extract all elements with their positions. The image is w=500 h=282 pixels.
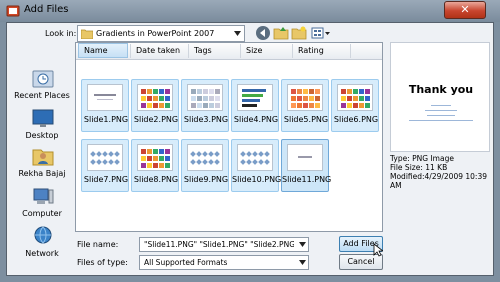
column-separator[interactable]: [292, 44, 293, 58]
thumbnail-image: [137, 84, 173, 111]
file-thumbnail[interactable]: Slide11.PNG: [281, 139, 332, 192]
thumbnail-image: [287, 144, 323, 171]
file-type: Type: PNG Image: [390, 154, 454, 163]
chevron-down-icon[interactable]: [299, 260, 306, 265]
thumbnail-image: [187, 84, 223, 111]
file-name-label: Slide1.PNG: [83, 115, 129, 124]
place-label: Rekha Bajaj: [18, 169, 66, 178]
file-list[interactable]: Name Date taken Tags Size Rating Slide1.…: [75, 42, 383, 232]
file-details: Type: PNG Image File Size: 11 KB Modifie…: [390, 154, 493, 190]
computer-icon: [33, 188, 54, 204]
file-name-label: Slide6.PNG: [333, 115, 379, 124]
column-header-size[interactable]: Size: [246, 46, 262, 55]
window-title: Add Files: [24, 4, 69, 15]
thumbnail-image: [337, 84, 373, 111]
preview-text-line: [431, 105, 451, 106]
file-name-label: Slide10.PNG: [232, 175, 282, 184]
file-thumbnail[interactable]: Slide1.PNG: [81, 79, 129, 132]
back-icon[interactable]: [255, 25, 271, 41]
filetype-select[interactable]: All Supported Formats: [139, 255, 309, 270]
file-thumbnail[interactable]: Slide7.PNG: [81, 139, 129, 192]
filename-label: File name:: [77, 240, 119, 249]
file-name-label: Slide11.PNG: [282, 175, 332, 184]
lookin-value: Gradients in PowerPoint 2007: [96, 29, 215, 38]
lookin-dropdown[interactable]: Gradients in PowerPoint 2007: [77, 25, 245, 42]
file-thumbnail[interactable]: Slide6.PNG: [331, 79, 379, 132]
place-label: Recent Places: [14, 91, 70, 100]
chevron-down-icon: [234, 31, 241, 36]
file-thumbnail[interactable]: Slide9.PNG: [181, 139, 229, 192]
up-folder-icon[interactable]: [273, 25, 289, 41]
close-button[interactable]: ✕: [444, 1, 486, 19]
file-modified: Modified:4/29/2009 10:39 AM: [390, 172, 487, 190]
place-label: Desktop: [25, 131, 59, 140]
add-files-dialog: Add Files ✕ Look in: Gradients in PowerP…: [0, 0, 500, 282]
thumbnail-image: [187, 144, 223, 171]
places-bar: Recent Places Desktop Rekha Bajaj Comput…: [9, 45, 75, 263]
mouse-cursor-icon: [373, 243, 383, 257]
file-thumbnail[interactable]: Slide5.PNG: [281, 79, 329, 132]
thumbnail-image: [237, 84, 273, 111]
file-thumbnail[interactable]: Slide4.PNG: [231, 79, 279, 132]
thumbnail-image: [237, 144, 273, 171]
column-header-date-taken[interactable]: Date taken: [136, 46, 180, 55]
column-separator[interactable]: [188, 44, 189, 58]
filetype-label: Files of type:: [77, 258, 128, 267]
preview-text-line: [427, 115, 455, 116]
app-icon: [6, 5, 20, 17]
file-thumbnail[interactable]: Slide8.PNG: [131, 139, 179, 192]
file-name-label: Slide3.PNG: [183, 115, 229, 124]
column-separator[interactable]: [240, 44, 241, 58]
preview-text-line: [409, 120, 473, 121]
desktop-icon: [32, 109, 54, 127]
file-size: File Size: 11 KB: [390, 163, 448, 172]
preview-text-line: [425, 110, 457, 111]
chevron-down-icon[interactable]: [299, 242, 306, 247]
new-folder-icon[interactable]: [291, 25, 307, 41]
close-icon: ✕: [460, 3, 470, 16]
file-name-label: Slide9.PNG: [183, 175, 229, 184]
folder-icon: [81, 29, 93, 39]
file-name-label: Slide7.PNG: [83, 175, 129, 184]
thumbnail-image: [287, 84, 323, 111]
recent-places-icon: [32, 70, 54, 88]
file-name-label: Slide5.PNG: [283, 115, 329, 124]
column-separator[interactable]: [350, 44, 351, 58]
column-separator[interactable]: [130, 44, 131, 58]
network-icon: [34, 226, 52, 244]
filename-input[interactable]: "Slide11.PNG" "Slide1.PNG" "Slide2.PNG" …: [139, 237, 309, 252]
filetype-value: All Supported Formats: [144, 258, 228, 267]
file-thumbnail[interactable]: Slide10.PNG: [231, 139, 282, 192]
filename-value: "Slide11.PNG" "Slide1.PNG" "Slide2.PNG" …: [144, 240, 294, 249]
thumbnail-image: [137, 144, 173, 171]
place-label: Network: [25, 249, 59, 258]
dialog-body: Look in: Gradients in PowerPoint 2007 Re…: [6, 22, 494, 276]
file-name-label: Slide8.PNG: [133, 175, 179, 184]
title-bar[interactable]: Add Files ✕: [0, 0, 500, 22]
preview-title: Thank you: [408, 83, 474, 96]
column-header-name[interactable]: Name: [84, 46, 108, 55]
column-header-tags[interactable]: Tags: [194, 46, 212, 55]
file-name-label: Slide4.PNG: [233, 115, 279, 124]
thumbnail-image: [87, 144, 123, 171]
place-label: Computer: [22, 209, 62, 218]
thumbnail-image: [87, 84, 123, 111]
column-header-rating[interactable]: Rating: [298, 46, 324, 55]
user-folder-icon: [32, 149, 54, 166]
column-headers: Name Date taken Tags Size Rating: [76, 43, 382, 60]
preview-pane: Thank you: [390, 42, 490, 152]
file-thumbnail[interactable]: Slide2.PNG: [131, 79, 179, 132]
file-thumbnail[interactable]: Slide3.PNG: [181, 79, 229, 132]
views-menu-icon[interactable]: [311, 25, 331, 41]
lookin-label: Look in:: [45, 29, 77, 38]
file-name-label: Slide2.PNG: [133, 115, 179, 124]
